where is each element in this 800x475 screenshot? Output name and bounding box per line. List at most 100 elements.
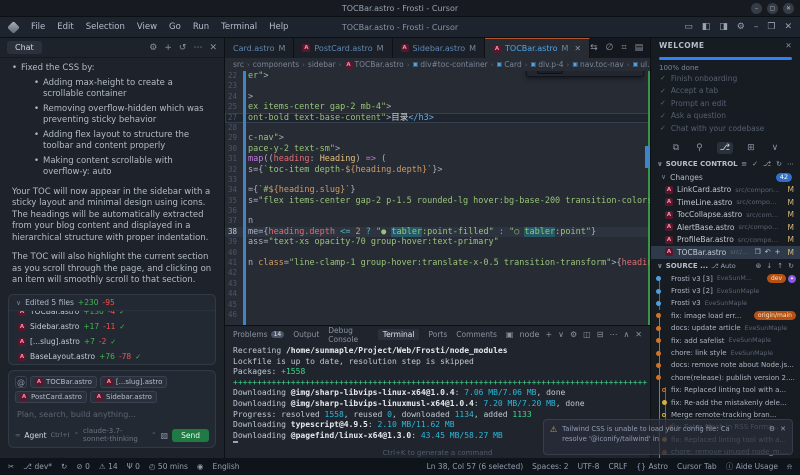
context-pill[interactable]: APostCard.astro [15,391,87,403]
chat-input-box[interactable]: @ATOCBar.astroA[...slug].astroAPostCard.… [8,370,216,448]
extensions-icon[interactable]: ⊞ [744,142,758,154]
panel-tab-comments[interactable]: Comments [456,330,497,339]
open-file-icon[interactable]: ❐ [754,248,760,256]
code-line[interactable]: 46 [225,310,650,320]
code-line[interactable]: 25ex items-center gap-2 mb-4"> [225,102,650,112]
panel-tab-debug-console[interactable]: Debug Console [328,326,368,344]
menu-view[interactable]: View [131,19,163,35]
commit-row[interactable]: docs: remove note about Node.js... [651,359,800,371]
notebook-icon[interactable]: ▤ [635,43,644,53]
notification-toast[interactable]: ⚠ Tailwind CSS is unable to load your co… [543,419,793,455]
scm-more-icon[interactable]: ⋯ [787,160,794,168]
graph-filter-icon[interactable]: ⊛ [756,262,762,270]
commit-row[interactable]: docs: update articleEveSunMaple [651,322,800,334]
code-line[interactable]: 30pace-y-2 text-sm"> [225,144,650,154]
scm-file-row[interactable]: ATimeLine.astrosrc/componen...M [651,196,800,209]
image-icon[interactable]: ▨ [161,431,169,440]
breadcrumb-item[interactable]: ▣ul.space [633,60,650,69]
panel-tab-problems[interactable]: Problems14 [233,330,284,339]
menu-selection[interactable]: Selection [80,19,131,35]
push-icon[interactable]: ↑ [777,262,783,270]
shell-icon[interactable]: ▣ [506,330,514,339]
commit-row[interactable]: fix: image load err...origin/main [651,310,800,322]
chat-more-icon[interactable]: ⋯ [193,43,202,53]
eol-item[interactable]: CRLF [608,462,627,471]
warnings-item[interactable]: ⚠14 [99,462,118,471]
code-line[interactable]: 38me={heading.depth <= 2 ? "● tabler:poi… [225,227,650,237]
git-branch-item[interactable]: ⎇dev* [23,462,52,471]
indentation-item[interactable]: Spaces: 2 [532,462,568,471]
commit-row[interactable]: Frosti v3EveSunMaple [651,297,800,309]
minimize-button[interactable]: – [754,22,759,32]
model-caret-icon[interactable]: ⌃ [151,431,156,439]
editor-tab-tocbar-astro[interactable]: ATOCBar.astroM✕ [485,38,590,58]
errors-item[interactable]: ⊘0 [76,462,90,471]
context-pill[interactable]: ASidebar.astro [90,391,157,403]
graph-auto-label[interactable]: Auto [721,262,736,270]
code-line[interactable]: 45 [225,300,650,310]
menu-run[interactable]: Run [187,19,215,35]
edited-files-card[interactable]: ∨ Edited 5 files +230 -95 ATOCBar.astro+… [8,294,216,365]
files-icon[interactable]: ⧉ [670,142,682,154]
remote-indicator-icon[interactable]: ✂ [8,462,14,471]
menu-edit[interactable]: Edit [51,19,79,35]
commit-row[interactable]: fix: Re-add the mistakenly dele... [651,396,800,408]
notifications-bell-icon[interactable]: ⍾ [787,462,792,472]
commit-row[interactable]: chore: link styleEveSunMaple [651,347,800,359]
chevron-down-icon[interactable]: ∨ [16,299,21,307]
maximize-panel-icon[interactable]: ∧ [623,330,629,339]
commit-row[interactable]: Frosti v3 [2]EveSunMaple [651,285,800,297]
welcome-checklist-item[interactable]: ✓Accept a tab [651,85,800,98]
scm-file-row[interactable]: AAlertBase.astrosrc/compone...M [651,221,800,234]
breadcrumb-item[interactable]: ▣div#toc-container [413,60,488,69]
menu-go[interactable]: Go [163,19,187,35]
toast-settings-icon[interactable]: ⚙ [769,425,775,433]
code-line[interactable]: 43 [225,279,650,289]
menu-help[interactable]: Help [263,19,294,35]
breadcrumb-item[interactable]: components [253,60,299,69]
source-control-header[interactable]: ∨ SOURCE CONTROL ≡✓⎇↻⋯ [651,157,800,171]
panel-tab-ports[interactable]: Ports [428,330,447,339]
editor-tab-postcard-astro[interactable]: APostCard.astroM [294,38,392,58]
code-line[interactable]: 27ont-bold text-base-content">目录</h3> [225,113,650,123]
new-terminal-icon[interactable]: + [545,330,552,339]
welcome-checklist-item[interactable]: ✓Chat with your codebase [651,122,800,135]
new-chat-icon[interactable]: + [164,43,172,53]
cursor-position-item[interactable]: Ln 38, Col 57 (6 selected) [427,462,524,471]
find-widget[interactable]: › Aaab.* No results ↑↓≡✕ [526,71,644,77]
sync-icon[interactable]: ↻ [61,462,67,471]
agent-mode-selector[interactable]: Agent [24,431,46,440]
refresh-icon[interactable]: ↻ [776,160,782,168]
breadcrumb-item[interactable]: ATOCBar.astro [345,60,404,69]
breadcrumb-item[interactable]: ▣div.p-4 [531,60,564,69]
code-line[interactable]: 28 [225,123,650,133]
panel-tab-terminal[interactable]: Terminal [378,329,420,340]
pull-icon[interactable]: ↓ [766,262,772,270]
edited-file-row[interactable]: ABaseLayout.astro+76-78✓ [9,349,215,364]
language-mode-item[interactable]: {}Astro [636,462,668,471]
welcome-checklist-item[interactable]: ✓Prompt an edit [651,97,800,110]
edited-file-row[interactable]: ATOCBar.astro+130-4✓ [9,310,215,319]
toggle-panel-icon[interactable]: ▭ [684,22,693,32]
timer-item[interactable]: ◴50 mins [149,462,188,471]
shell-label[interactable]: node [519,330,539,339]
edited-file-row[interactable]: A[...slug].astro+7-2✓ [9,334,215,349]
source-control-icon[interactable]: ⎇ [717,142,733,154]
code-line[interactable]: 23 [225,81,650,91]
commit-row[interactable]: chore(release): publish version 2.... [651,372,800,384]
chat-input-placeholder[interactable]: Plan, search, build anything... [17,410,207,419]
search-icon[interactable]: ⚲ [693,142,706,154]
split-terminal-icon[interactable]: ◫ [583,330,591,339]
discard-changes-icon[interactable]: ↶ [765,248,771,256]
restore-button[interactable]: ❐ [767,22,775,32]
breadcrumb-item[interactable]: src [233,60,244,69]
encoding-item[interactable]: UTF-8 [578,462,600,471]
model-selector[interactable]: claude-3.7-sonnet-thinking [83,427,147,443]
graph-refresh-icon[interactable]: ↻ [788,262,794,270]
find-expand-icon[interactable]: › [531,71,534,72]
menu-file[interactable]: File [25,19,51,35]
send-button[interactable]: Send [172,429,209,442]
scm-file-row[interactable]: ATocCollapse.astrosrc/compo...M [651,209,800,222]
toggle-primary-sidebar-icon[interactable]: ◧ [702,22,711,32]
code-line[interactable]: 39ass="text-xs opacity-70 group-hover:te… [225,237,650,247]
